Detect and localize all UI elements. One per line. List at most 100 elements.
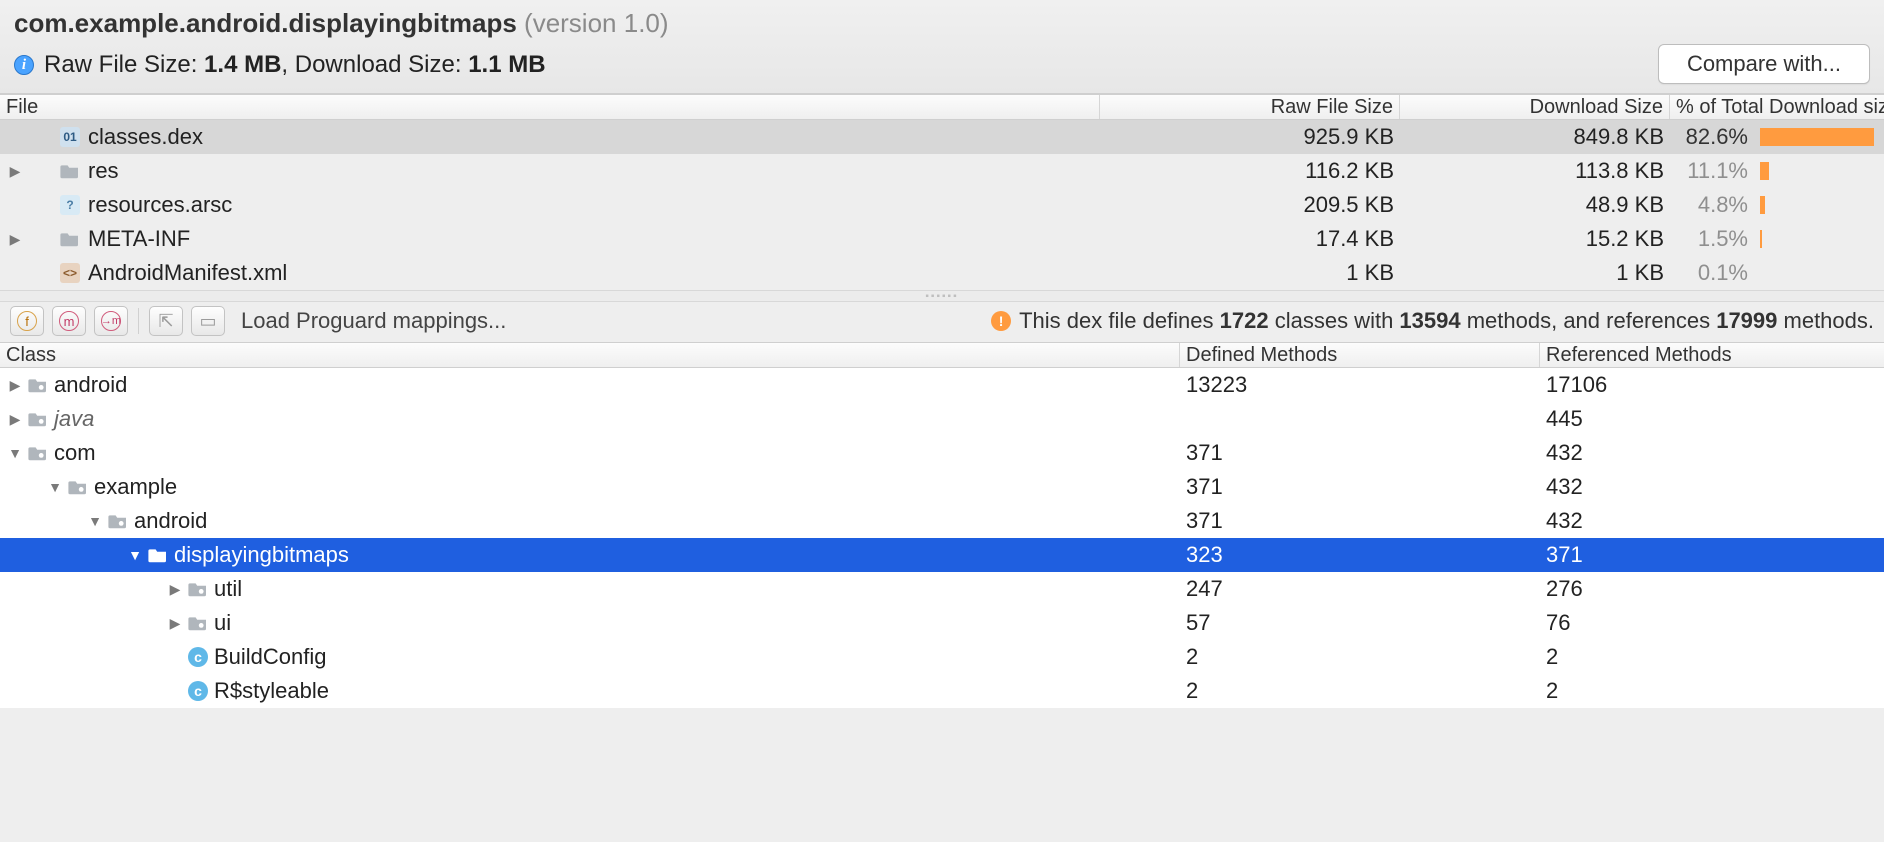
class-row[interactable]: ▼example371432 (0, 470, 1884, 504)
col-defined-methods[interactable]: Defined Methods (1180, 343, 1540, 367)
class-name: com (54, 436, 96, 470)
class-column-header: Class Defined Methods Referenced Methods (0, 342, 1884, 368)
file-row[interactable]: ▶<>AndroidManifest.xml1 KB1 KB0.1% (0, 256, 1884, 290)
expand-arrow-icon[interactable]: ▶ (8, 402, 22, 436)
package-icon (28, 409, 48, 429)
dex-class-count: 1722 (1220, 308, 1269, 333)
referenced-methods: 2 (1540, 640, 1884, 674)
class-row[interactable]: ▶ui5776 (0, 606, 1884, 640)
warning-icon: ! (991, 311, 1011, 331)
xml-file-icon: <> (60, 263, 80, 283)
class-row[interactable]: cR$styleable22 (0, 674, 1884, 708)
package-name: com.example.android.displayingbitmaps (14, 8, 517, 38)
defined-methods: 57 (1180, 606, 1540, 640)
class-row[interactable]: ▼displayingbitmaps323371 (0, 538, 1884, 572)
file-raw-size: 1 KB (1100, 256, 1400, 290)
tree-nav-button[interactable]: ⇱ (149, 306, 183, 336)
package-icon (188, 579, 208, 599)
referenced-methods: 432 (1540, 504, 1884, 538)
files-column-header: File Raw File Size Download Size % of To… (0, 94, 1884, 120)
col-referenced-methods[interactable]: Referenced Methods (1540, 343, 1884, 367)
defined-methods (1180, 402, 1540, 436)
class-row[interactable]: ▶ util 247276 (0, 572, 1884, 606)
expand-arrow-icon[interactable]: ▶ (8, 368, 22, 402)
dex-file-icon: 01 (60, 127, 80, 147)
defined-methods: 2 (1180, 674, 1540, 708)
expand-arrow-icon[interactable]: ▼ (8, 436, 22, 470)
class-name: example (94, 470, 177, 504)
grip-icon: ▪▪▪▪▪▪ (925, 291, 958, 302)
file-raw-size: 116.2 KB (1100, 154, 1400, 188)
class-row[interactable]: ▶android1322317106 (0, 368, 1884, 402)
expand-arrow-icon[interactable]: ▼ (88, 504, 102, 538)
class-name: android (134, 504, 207, 538)
col-class[interactable]: Class (0, 343, 1180, 367)
class-row[interactable]: ▼com371432 (0, 436, 1884, 470)
package-icon (28, 443, 48, 463)
load-proguard-button[interactable]: Load Proguard mappings... (233, 306, 514, 336)
compare-with-button[interactable]: Compare with... (1658, 44, 1870, 84)
apk-header: com.example.android.displayingbitmaps (v… (0, 0, 1884, 94)
referenced-methods: 2 (1540, 674, 1884, 708)
col-raw-size[interactable]: Raw File Size (1100, 95, 1400, 119)
class-row[interactable]: ▼ android 371432 (0, 504, 1884, 538)
file-download-size: 1 KB (1400, 256, 1670, 290)
class-table[interactable]: ▶android1322317106▶java445▼com371432▼exa… (0, 368, 1884, 708)
class-row[interactable]: ▶java445 (0, 402, 1884, 436)
sizes-line: i Raw File Size: 1.4 MB, Download Size: … (14, 51, 1870, 79)
filter-referenced-methods-button[interactable]: →m (94, 306, 128, 336)
defined-methods: 371 (1180, 504, 1540, 538)
splitter-handle[interactable]: ▪▪▪▪▪▪ (0, 290, 1884, 302)
referenced-methods: 17106 (1540, 368, 1884, 402)
file-raw-size: 209.5 KB (1100, 188, 1400, 222)
package-icon (188, 613, 208, 633)
filter-methods-button[interactable]: m (52, 306, 86, 336)
download-size-value: 1.1 MB (468, 51, 545, 78)
col-pct[interactable]: % of Total Download size (1670, 95, 1884, 119)
file-raw-size: 17.4 KB (1100, 222, 1400, 256)
class-name: android (54, 368, 127, 402)
file-name: resources.arsc (88, 188, 232, 222)
defined-methods: 371 (1180, 436, 1540, 470)
class-row[interactable]: cBuildConfig22 (0, 640, 1884, 674)
file-row[interactable]: ▶?resources.arsc209.5 KB48.9 KB4.8% (0, 188, 1884, 222)
expand-arrow-icon[interactable]: ▶ (168, 606, 182, 640)
defined-methods: 247 (1180, 572, 1540, 606)
files-table[interactable]: ▶01classes.dex925.9 KB849.8 KB82.6%▶res1… (0, 120, 1884, 290)
file-pct: 11.1% (1670, 154, 1754, 188)
package-icon (28, 375, 48, 395)
file-name: AndroidManifest.xml (88, 256, 287, 290)
package-icon (108, 511, 128, 531)
file-download-size: 113.8 KB (1400, 154, 1670, 188)
file-row[interactable]: ▶META-INF17.4 KB15.2 KB1.5% (0, 222, 1884, 256)
file-download-size: 849.8 KB (1400, 120, 1670, 154)
dex-info-text: ! This dex file defines 1722 classes wit… (991, 308, 1874, 334)
file-pct: 82.6% (1670, 120, 1754, 154)
expand-arrow-icon[interactable]: ▶ (168, 572, 182, 606)
file-row[interactable]: ▶ res 116.2 KB113.8 KB11.1% (0, 154, 1884, 188)
info-icon: i (14, 55, 34, 75)
defined-methods: 371 (1180, 470, 1540, 504)
file-row[interactable]: ▶01classes.dex925.9 KB849.8 KB82.6% (0, 120, 1884, 154)
referenced-methods: 445 (1540, 402, 1884, 436)
defined-methods: 323 (1180, 538, 1540, 572)
class-icon: c (188, 681, 208, 701)
file-name: classes.dex (88, 120, 203, 154)
expand-arrow-icon[interactable]: ▼ (48, 470, 62, 504)
file-name: META-INF (88, 222, 190, 256)
filter-fields-button[interactable]: f (10, 306, 44, 336)
file-download-size: 48.9 KB (1400, 188, 1670, 222)
col-file[interactable]: File (0, 95, 1100, 119)
toolbar-divider (138, 308, 139, 334)
expand-arrow-icon[interactable]: ▶ (8, 154, 22, 188)
file-pct: 4.8% (1670, 188, 1754, 222)
expand-arrow-icon[interactable]: ▼ (128, 538, 142, 572)
dex-toolbar: f m →m ⇱ ▭ Load Proguard mappings... ! T… (0, 302, 1884, 342)
class-name: util (214, 572, 242, 606)
col-download-size[interactable]: Download Size (1400, 95, 1670, 119)
referenced-methods: 276 (1540, 572, 1884, 606)
file-name: res (88, 154, 119, 188)
raw-size-value: 1.4 MB (204, 51, 281, 78)
expand-arrow-icon[interactable]: ▶ (8, 222, 22, 256)
show-package-button[interactable]: ▭ (191, 306, 225, 336)
